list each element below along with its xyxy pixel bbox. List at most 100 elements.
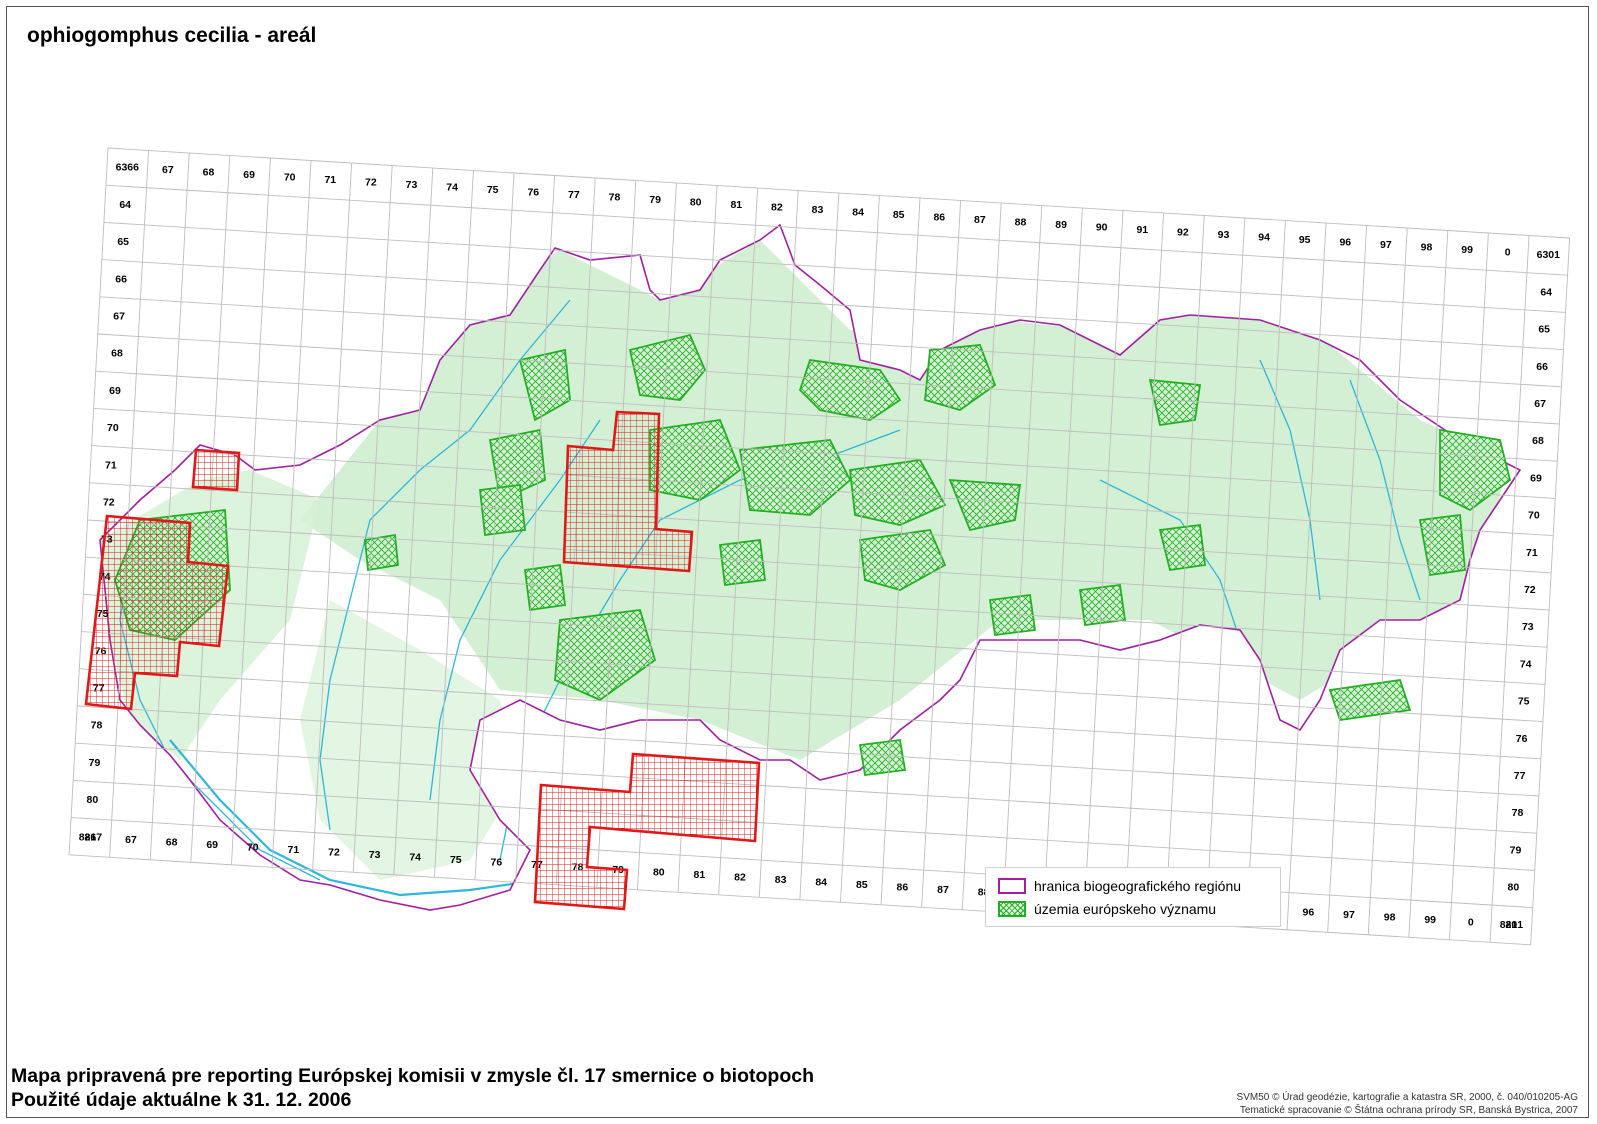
grid-label-right: 64 <box>1540 286 1552 298</box>
grid-label-left: 80 <box>87 794 99 806</box>
grid-label-top: 70 <box>284 172 296 184</box>
grid-label-top: 90 <box>1096 222 1108 234</box>
legend-natura-label: územia európskeho významu <box>1034 901 1217 917</box>
grid-label-left: 81 <box>85 831 97 843</box>
grid-label-top: 91 <box>1136 224 1148 236</box>
grid-label-bottom: 81 <box>694 869 706 881</box>
grid-label-bottom: 99 <box>1424 914 1436 926</box>
grid-label-top: 92 <box>1177 227 1189 239</box>
grid-label-bottom: 72 <box>328 846 340 858</box>
legend-item-region: hranica biogeografického regiónu <box>998 878 1241 894</box>
grid-label-bottom: 70 <box>247 841 259 853</box>
grid-label-bottom: 87 <box>937 884 949 896</box>
grid-label-top: 89 <box>1055 219 1067 231</box>
grid-label-right: 79 <box>1510 844 1522 856</box>
grid-label-top: 93 <box>1218 229 1230 241</box>
grid-label-left: 66 <box>115 273 127 285</box>
grid-label-top: 67 <box>162 164 174 176</box>
grid-label-left: 69 <box>109 385 121 397</box>
grid-label-top: 95 <box>1299 234 1311 246</box>
legend-item-natura: územia európskeho významu <box>998 901 1216 917</box>
credit-line-2: Tematické spracovanie © Štátna ochrana p… <box>1239 1105 1578 1116</box>
grid-label-bottom: 85 <box>856 879 868 891</box>
grid-label-right: 78 <box>1512 807 1524 819</box>
grid-label-left: 68 <box>111 348 123 360</box>
grid-label-right: 81 <box>1506 919 1518 931</box>
grid-label-right: 75 <box>1518 696 1530 708</box>
grid-label-top: 6366 <box>116 162 140 174</box>
grid-label-right: 67 <box>1534 398 1546 410</box>
grid-label-left: 67 <box>113 310 125 322</box>
grid-label-bottom: 69 <box>206 839 218 851</box>
occurrence-area-south <box>533 752 761 911</box>
credit-line-1: SVM50 © Úrad geodézie, kartografie a kat… <box>1236 1092 1578 1103</box>
grid-label-right: 74 <box>1520 658 1532 670</box>
grid-label-left: 64 <box>119 199 131 211</box>
natura-area <box>479 483 526 537</box>
grid-label-right: 72 <box>1524 584 1536 596</box>
grid-label-bottom: 96 <box>1303 906 1315 918</box>
grid-label-right: 71 <box>1526 547 1538 559</box>
footer-credits: SVM50 © Úrad geodézie, kartografie a kat… <box>1237 1091 1578 1117</box>
grid-label-right: 70 <box>1528 510 1540 522</box>
grid-label-bottom: 80 <box>653 866 665 878</box>
grid-label-top: 0 <box>1505 247 1511 259</box>
legend-region-label: hranica biogeografického regiónu <box>1034 878 1242 894</box>
grid-label-bottom: 75 <box>450 854 462 866</box>
grid-label-top: 75 <box>487 184 499 196</box>
grid-label-top: 99 <box>1461 244 1473 256</box>
grid-label-top: 74 <box>446 182 458 194</box>
grid-label-bottom: 0 <box>1468 916 1474 928</box>
map-canvas: 6366 67 68 69 70 71 72 73 74 75 76 77 78 79 80 81 82 83 84… <box>68 147 1571 946</box>
grid-label-top: 6301 <box>1537 249 1561 261</box>
grid-line-horizontal <box>107 147 1570 239</box>
grid-label-top: 71 <box>324 174 336 186</box>
grid-label-right: 73 <box>1522 621 1534 633</box>
grid-label-right: 77 <box>1514 770 1526 782</box>
grid-label-bottom: 68 <box>166 836 178 848</box>
grid-label-top: 79 <box>649 194 661 206</box>
map-legend: hranica biogeografického regiónu územia … <box>985 867 1281 927</box>
grid-label-left: 79 <box>89 757 101 769</box>
footer-description: Mapa pripravená pre reporting Európskej … <box>11 1064 814 1112</box>
grid-label-bottom: 86 <box>897 881 909 893</box>
grid-label-bottom: 67 <box>125 834 137 846</box>
grid-label-top: 68 <box>203 167 215 179</box>
grid-label-top: 87 <box>974 214 986 226</box>
grid-label-bottom: 98 <box>1384 911 1396 923</box>
grid-label-top: 98 <box>1421 242 1433 254</box>
region-border-swatch <box>998 878 1026 894</box>
grid-label-left: 70 <box>107 422 119 434</box>
grid-label-bottom: 82 <box>734 871 746 883</box>
grid-label-top: 85 <box>893 209 905 221</box>
grid-label-bottom: 71 <box>288 844 300 856</box>
grid-label-top: 94 <box>1258 232 1270 244</box>
grid-label-top: 78 <box>609 192 621 204</box>
grid-label-top: 81 <box>730 199 742 211</box>
grid-label-bottom: 83 <box>775 874 787 886</box>
grid-label-top: 80 <box>690 197 702 209</box>
grid-label-left: 72 <box>103 496 115 508</box>
grid-label-bottom: 97 <box>1343 909 1355 921</box>
occurrence-area-small-west <box>191 448 241 492</box>
grid-label-bottom: 76 <box>491 856 503 868</box>
grid-label-right: 65 <box>1538 324 1550 336</box>
grid-label-top: 69 <box>243 169 255 181</box>
grid-label-bottom: 84 <box>815 876 827 888</box>
grid-label-right: 69 <box>1530 472 1542 484</box>
grid-line-horizontal <box>105 184 1568 276</box>
grid-label-top: 76 <box>527 187 539 199</box>
grid-label-top: 86 <box>933 212 945 224</box>
grid-label-top: 88 <box>1015 217 1027 229</box>
grid-label-left: 65 <box>117 236 129 248</box>
grid-line-horizontal <box>69 854 1531 946</box>
grid-label-left: 78 <box>91 720 103 732</box>
grid-label-top: 83 <box>812 204 824 216</box>
grid-label-top: 84 <box>852 207 864 219</box>
natura-area <box>858 738 907 777</box>
grid-label-bottom: 74 <box>409 851 421 863</box>
grid-label-right: 66 <box>1536 361 1548 373</box>
grid-line-vertical <box>1530 237 1571 945</box>
grid-label-left: 71 <box>105 459 117 471</box>
grid-label-top: 77 <box>568 189 580 201</box>
